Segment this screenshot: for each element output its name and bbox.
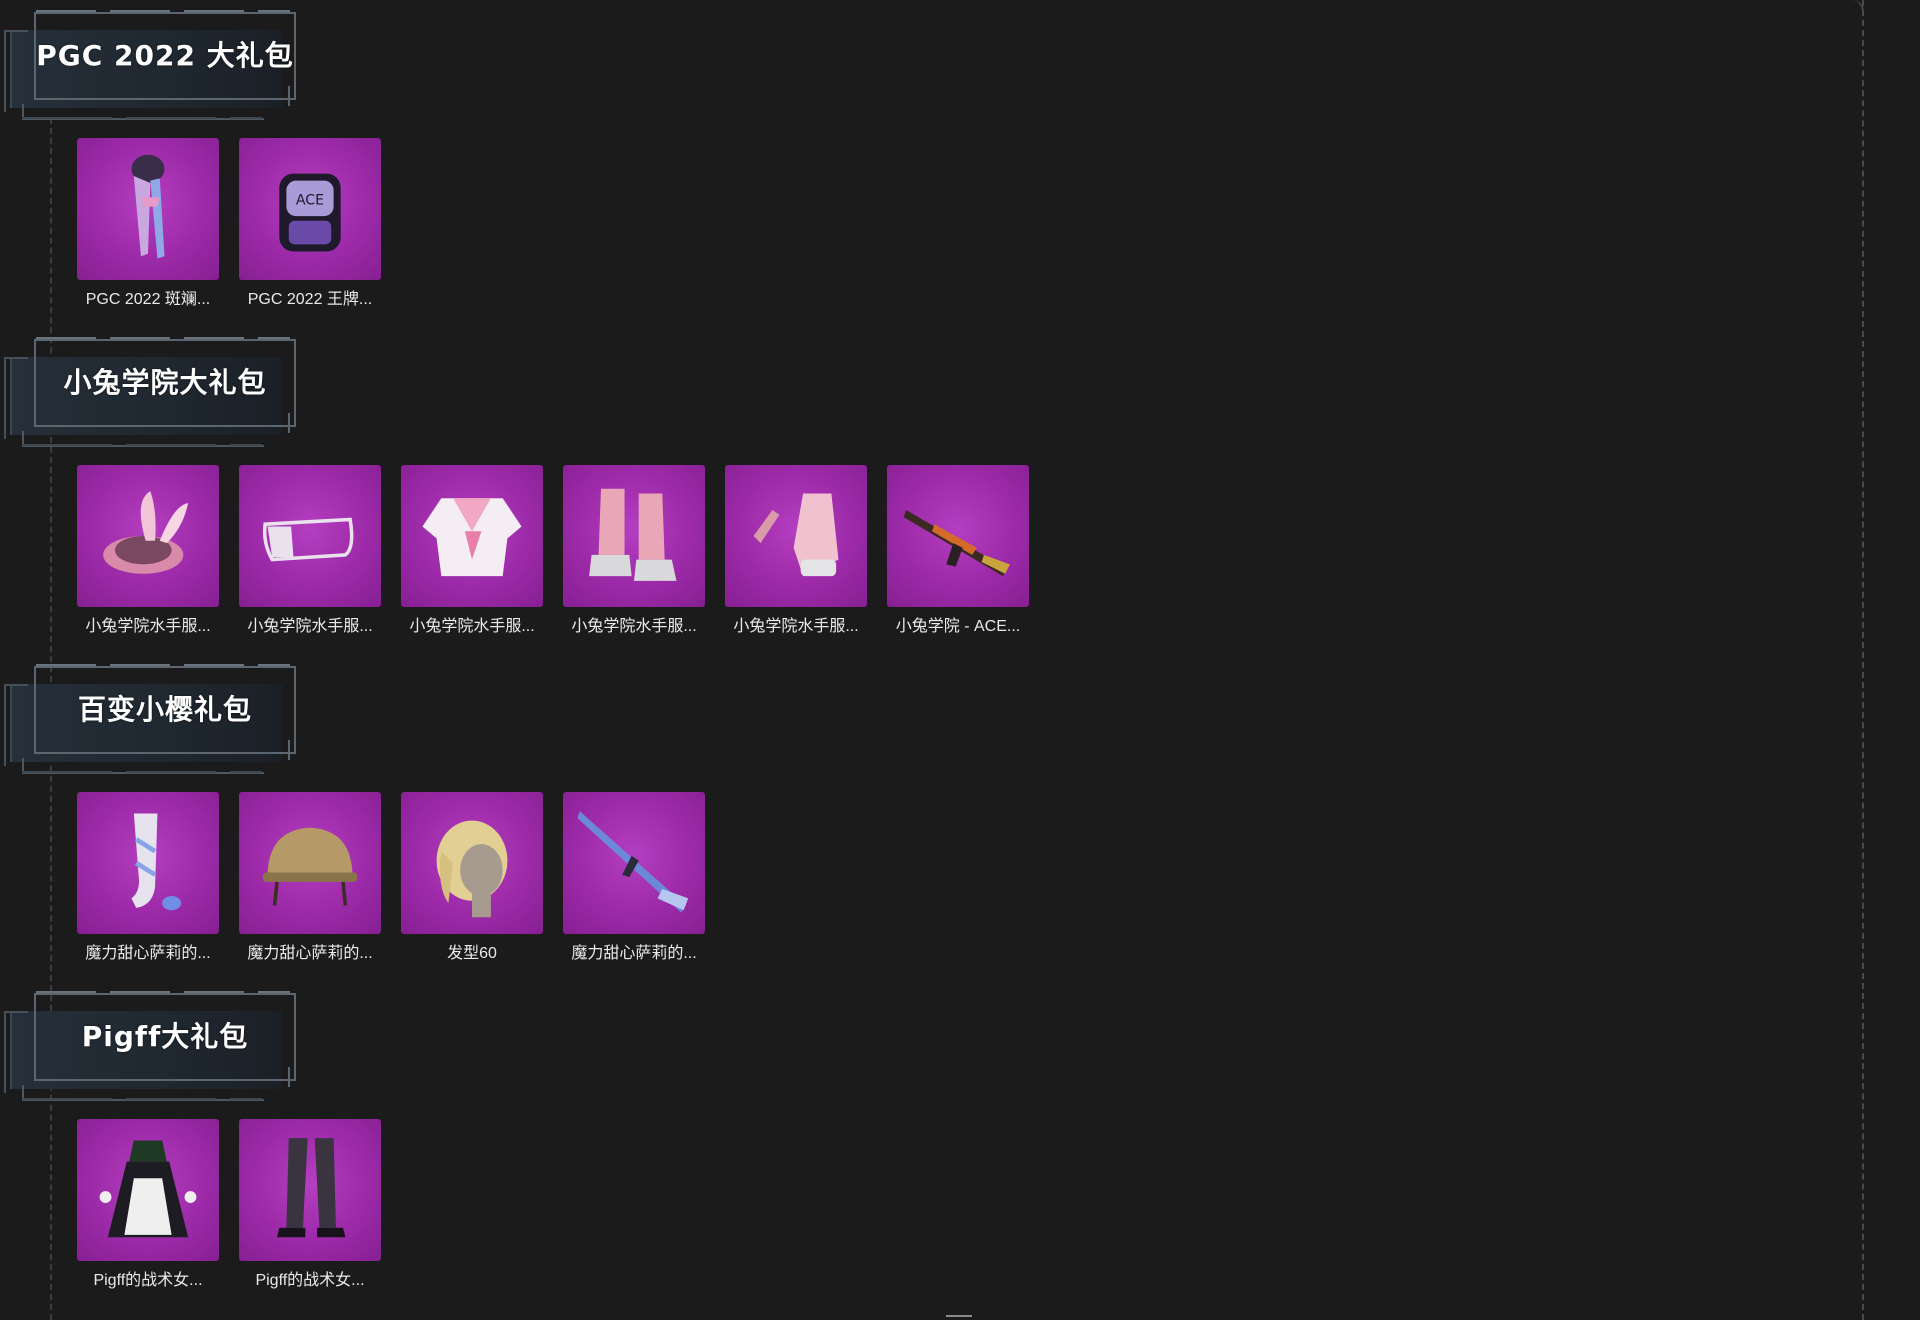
item-label: 小兔学院水手服... xyxy=(85,618,211,635)
bundle-title: 百变小樱礼包 xyxy=(77,693,252,726)
bundle-title: Pigff大礼包 xyxy=(81,1020,249,1053)
stockings-icon xyxy=(131,813,182,911)
bundle-item[interactable]: 魔力甜心萨莉的... xyxy=(239,792,381,963)
bundle-item[interactable]: Pigff的战术女... xyxy=(77,1119,219,1290)
bundle-item[interactable]: 小兔学院水手服... xyxy=(563,465,705,636)
sniper-rifle-icon xyxy=(577,811,689,913)
bundle-item[interactable]: PGC 2022 斑斓... xyxy=(77,138,219,309)
scroll-indicator xyxy=(946,1315,972,1317)
bundle-item[interactable]: 小兔学院水手服... xyxy=(401,465,543,636)
svg-text:ACE: ACE xyxy=(296,192,324,208)
item-label: Pigff的战术女... xyxy=(255,1272,365,1289)
bundle-title: PGC 2022 大礼包 xyxy=(36,39,294,72)
backpack-icon: ACE xyxy=(279,173,341,252)
boots-icon xyxy=(589,488,677,581)
bundle-item[interactable]: 发型60 xyxy=(401,792,543,963)
bundle-item-list: 小兔学院水手服... 小兔学院水手服... 小兔学院水手服... 小兔学院水手服… xyxy=(77,465,1029,636)
item-label: 小兔学院水手服... xyxy=(247,618,373,635)
item-label: 小兔学院 - ACE... xyxy=(895,618,1021,635)
bundle-header: Pigff大礼包 xyxy=(0,981,300,1107)
item-label: 魔力甜心萨莉的... xyxy=(247,945,373,962)
rifle-icon xyxy=(903,510,1010,577)
item-label: 小兔学院水手服... xyxy=(409,618,535,635)
sailor-top-icon xyxy=(422,498,522,577)
item-label: Pigff的战术女... xyxy=(93,1272,203,1289)
bundle-header: PGC 2022 大礼包 xyxy=(0,0,300,126)
bundle-header: 小兔学院大礼包 xyxy=(0,327,300,453)
bundle-item[interactable]: 小兔学院水手服... xyxy=(239,465,381,636)
bundle-item[interactable]: 魔力甜心萨莉的... xyxy=(563,792,705,963)
bundle-item[interactable]: 小兔学院 - ACE... xyxy=(887,465,1029,636)
item-label: 发型60 xyxy=(447,945,497,962)
bundle-item[interactable]: 魔力甜心萨莉的... xyxy=(77,792,219,963)
right-frame-border xyxy=(1862,0,1864,1320)
bundle-item-list: PGC 2022 斑斓... ACE PGC 2022 王牌... xyxy=(77,138,381,309)
bundle-item[interactable]: Pigff的战术女... xyxy=(239,1119,381,1290)
bundle-item[interactable]: 小兔学院水手服... xyxy=(725,465,867,636)
leggings-icon xyxy=(276,1138,346,1238)
face-mask-icon xyxy=(262,517,354,562)
gloves-icon xyxy=(753,493,839,577)
maid-dress-icon xyxy=(99,1140,197,1238)
item-label: PGC 2022 王牌... xyxy=(247,291,373,308)
scarf-icon xyxy=(131,154,165,259)
bunny-ear-hat-icon xyxy=(103,491,189,574)
item-label: 小兔学院水手服... xyxy=(733,618,859,635)
hairstyle-icon xyxy=(436,820,508,918)
item-label: PGC 2022 斑斓... xyxy=(85,291,211,308)
bundle-item-list: 魔力甜心萨莉的... 魔力甜心萨莉的... 发型60 魔力甜心萨莉的... xyxy=(77,792,705,963)
bundle-item-list: Pigff的战术女... Pigff的战术女... xyxy=(77,1119,381,1290)
item-label: 魔力甜心萨莉的... xyxy=(85,945,211,962)
bundle-title: 小兔学院大礼包 xyxy=(63,366,267,399)
item-label: 小兔学院水手服... xyxy=(571,618,697,635)
bundle-header: 百变小樱礼包 xyxy=(0,654,300,780)
helmet-icon xyxy=(262,827,358,906)
bundle-item[interactable]: ACE PGC 2022 王牌... xyxy=(239,138,381,309)
bundle-item[interactable]: 小兔学院水手服... xyxy=(77,465,219,636)
item-label: 魔力甜心萨莉的... xyxy=(571,945,697,962)
